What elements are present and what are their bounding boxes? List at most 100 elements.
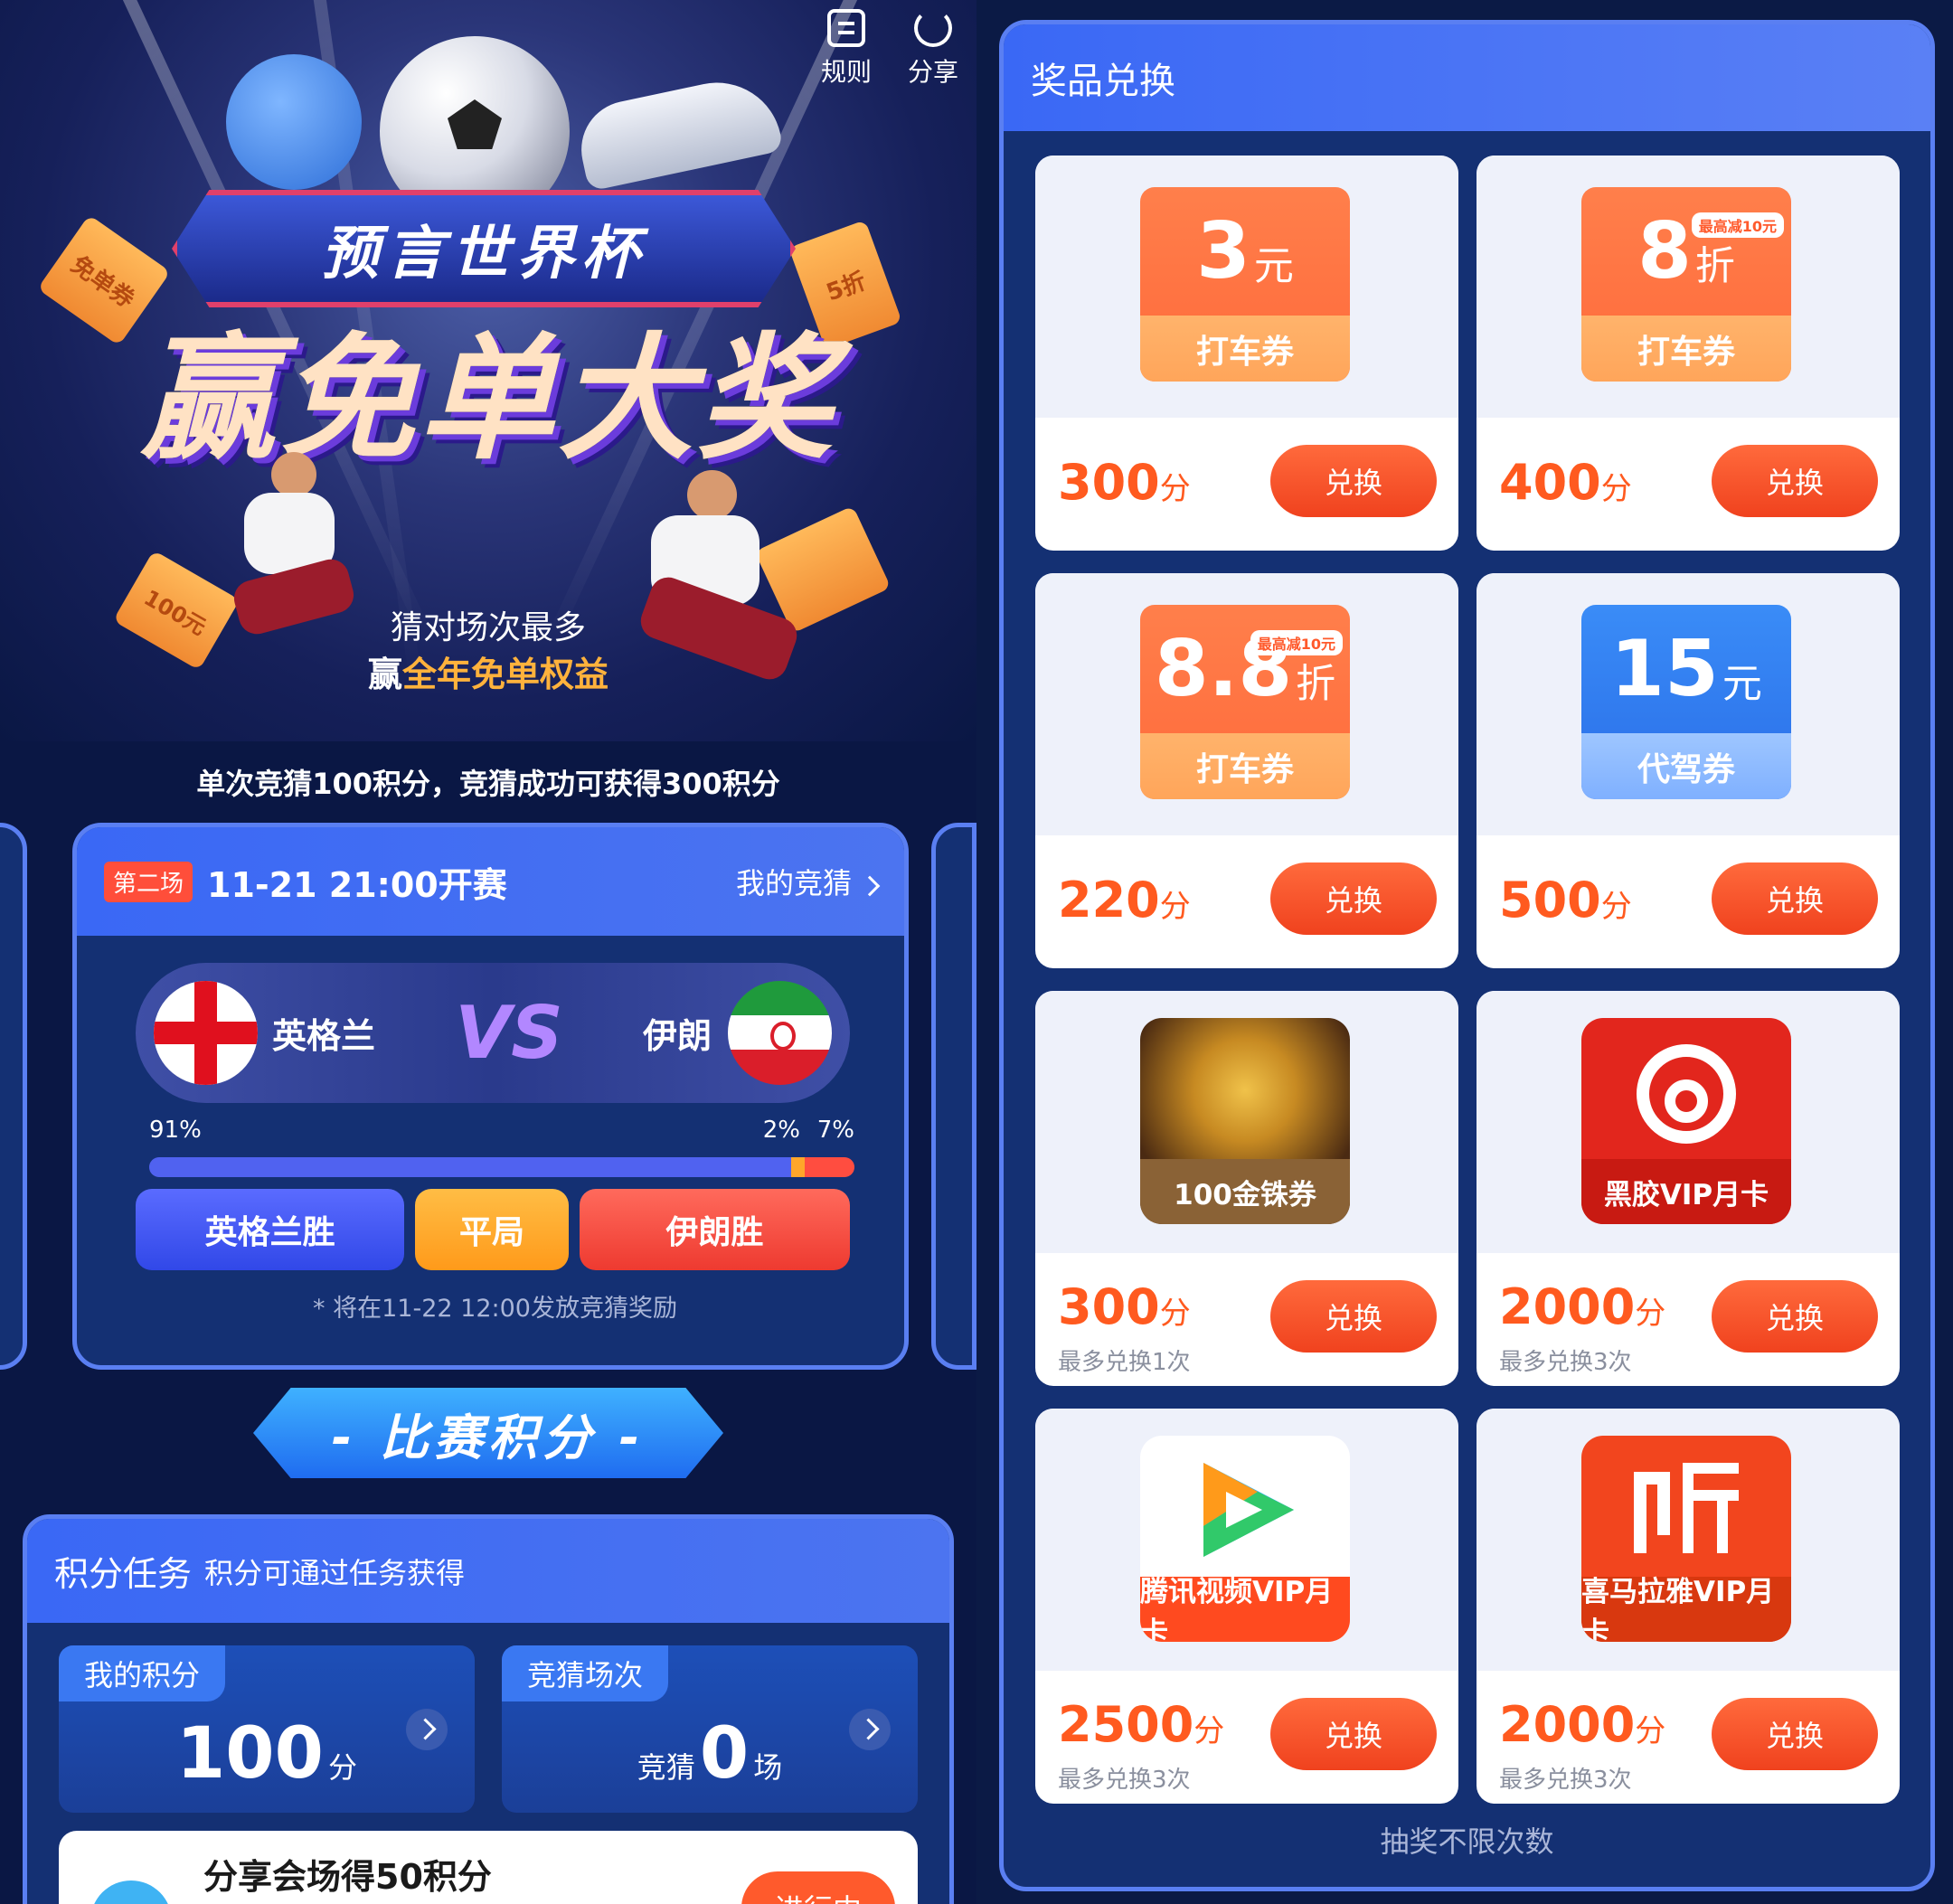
price-unit: 分 [1159, 889, 1191, 925]
team-b-percent: 7% [816, 1117, 854, 1144]
exchange-button[interactable]: 兑换 [1270, 445, 1437, 517]
netease-music-icon: 黑胶VIP月卡 [1581, 1018, 1791, 1224]
prize-title: 奖品兑换 [1031, 61, 1175, 102]
prize-price: 500分 [1499, 872, 1632, 928]
prize-price: 2500分 [1058, 1696, 1224, 1753]
round-badge: 第二场 [104, 861, 193, 902]
prize-label: 黑胶VIP月卡 [1581, 1159, 1791, 1224]
vote-draw-button[interactable]: 平局 [415, 1189, 569, 1270]
price-number: 300 [1058, 454, 1160, 511]
prize-visual-area: 黑胶VIP月卡 [1477, 991, 1900, 1253]
my-points-tab: 我的积分 [59, 1645, 226, 1701]
price-unit: 分 [1600, 889, 1632, 925]
exchange-button[interactable]: 兑换 [1712, 1698, 1878, 1770]
coupon-unit: 折 [1296, 661, 1336, 707]
coupon-unit: 折 [1694, 243, 1735, 289]
share-task-status-button[interactable]: 进行中 [741, 1871, 895, 1904]
points-unit: 分 [327, 1750, 357, 1785]
match-header: 第二场 11-21 21:00开赛 我的竞猜 [77, 827, 904, 936]
coupon-amount: 3 [1196, 206, 1250, 297]
exchange-button[interactable]: 兑换 [1712, 1280, 1878, 1353]
car-illustration [572, 71, 784, 192]
previous-match-card[interactable] [0, 823, 27, 1370]
top-actions: 规则 分享 [821, 9, 958, 89]
coupon-kind: 打车券 [1140, 733, 1350, 799]
share-task-icon [90, 1880, 172, 1904]
vote-team-a-button[interactable]: 英格兰胜 [136, 1189, 405, 1270]
prize-visual-area: 3元 打车券 [1035, 156, 1458, 418]
task-title: 积分任务 [54, 1554, 193, 1594]
price-number: 400 [1499, 454, 1601, 511]
points-number: 100 [176, 1713, 324, 1795]
next-match-card[interactable] [931, 823, 976, 1370]
chevron-right-icon[interactable] [406, 1709, 448, 1750]
gold-coin-icon: 100金铢券 [1140, 1018, 1350, 1224]
my-points-box[interactable]: 我的积分 100 分 [59, 1645, 475, 1813]
coupon-amount: 8 [1637, 206, 1692, 297]
guess-prefix: 竞猜 [637, 1750, 695, 1785]
vote-percentages: 91% 2% 7% [149, 1117, 854, 1153]
event-title: 预言世界杯 [321, 221, 646, 287]
match-card: 第二场 11-21 21:00开赛 我的竞猜 英格兰 VS 伊朗 91% 2% … [72, 823, 909, 1370]
coupon-value: 8折 [1581, 187, 1791, 316]
tencent-video-icon: 腾讯视频VIP月卡 [1140, 1436, 1350, 1642]
price-number: 2000 [1499, 1278, 1636, 1335]
prize-card: 15 元 代驾券 500分 兑换 [1477, 573, 1900, 968]
rules-label: 规则 [820, 57, 872, 87]
section-banner: - 比赛积分 - [253, 1388, 723, 1478]
rules-icon [826, 9, 865, 47]
exchange-button[interactable]: 兑换 [1270, 862, 1437, 935]
prize-price: 400分 [1499, 454, 1632, 511]
prize-price: 2000分 [1499, 1696, 1665, 1753]
exchange-limit: 最多兑换3次 [1499, 1767, 1632, 1794]
share-button[interactable]: 分享 [908, 9, 958, 89]
team-a-name: 英格兰 [272, 1016, 376, 1056]
my-guess-link[interactable]: 我的竞猜 [736, 861, 881, 902]
team-b-name: 伊朗 [642, 1016, 712, 1056]
prize-visual-area: 最高减10元 8.8 折 打车券 [1035, 573, 1458, 835]
price-number: 220 [1058, 872, 1160, 928]
mascot-illustration [226, 54, 362, 190]
lottery-note: 抽奖不限次数 [1380, 1824, 1554, 1859]
ride-coupon: 最高减10元 8折 打车券 [1581, 187, 1791, 382]
vote-team-b-button[interactable]: 伊朗胜 [579, 1189, 850, 1270]
chevron-right-icon [859, 875, 881, 897]
prize-label: 100金铢券 [1140, 1159, 1350, 1224]
price-number: 300 [1058, 1278, 1160, 1335]
guess-unit: 场 [753, 1750, 783, 1785]
exchange-limit: 最多兑换1次 [1058, 1349, 1191, 1376]
coupon-cap-tag: 最高减10元 [1250, 630, 1343, 655]
prize-price: 300分 [1058, 1278, 1191, 1335]
kickoff-time: 11-21 21:00开赛 [207, 864, 507, 905]
coupon-cap-tag: 最高减10元 [1691, 212, 1784, 238]
prize-card: 3元 打车券 300分 兑换 [1035, 156, 1458, 551]
netease-music-glyph [1637, 1044, 1736, 1144]
prize-visual-area: 腾讯视频VIP月卡 [1035, 1409, 1458, 1671]
exchange-button[interactable]: 兑换 [1270, 1280, 1437, 1353]
draw-share [790, 1157, 806, 1177]
vote-buttons: 英格兰胜 平局 伊朗胜 [136, 1189, 850, 1270]
price-unit: 分 [1159, 1296, 1191, 1332]
prize-price: 220分 [1058, 872, 1191, 928]
exchange-button[interactable]: 兑换 [1712, 445, 1878, 517]
share-label: 分享 [907, 57, 958, 87]
england-flag-icon [154, 981, 258, 1085]
rules-button[interactable]: 规则 [821, 9, 872, 89]
ximalaya-icon: 喜马拉雅VIP月卡 [1581, 1436, 1791, 1642]
coupon-kind: 代驾券 [1581, 733, 1791, 799]
prize-card: 黑胶VIP月卡 2000分 最多兑换3次 兑换 [1477, 991, 1900, 1386]
prize-card: 100金铢券 300分 最多兑换1次 兑换 [1035, 991, 1458, 1386]
exchange-button[interactable]: 兑换 [1270, 1698, 1437, 1770]
prize-visual-area: 15 元 代驾券 [1477, 573, 1900, 835]
guess-count-box[interactable]: 竞猜场次 竞猜 0 场 [502, 1645, 918, 1813]
price-number: 2000 [1499, 1696, 1636, 1753]
prize-exchange-panel: 奖品兑换 3元 打车券 300分 兑换 最高减10元 8折 打车券 400分 兑… [999, 20, 1935, 1891]
ride-coupon: 3元 打车券 [1140, 187, 1350, 382]
exchange-button[interactable]: 兑换 [1712, 862, 1878, 935]
exchange-limit: 最多兑换3次 [1499, 1349, 1632, 1376]
exchange-limit: 最多兑换3次 [1058, 1767, 1191, 1794]
price-unit: 分 [1194, 1713, 1225, 1749]
vs-mark: VS [455, 991, 563, 1075]
chevron-right-icon[interactable] [849, 1709, 891, 1750]
share-icon [913, 9, 952, 47]
